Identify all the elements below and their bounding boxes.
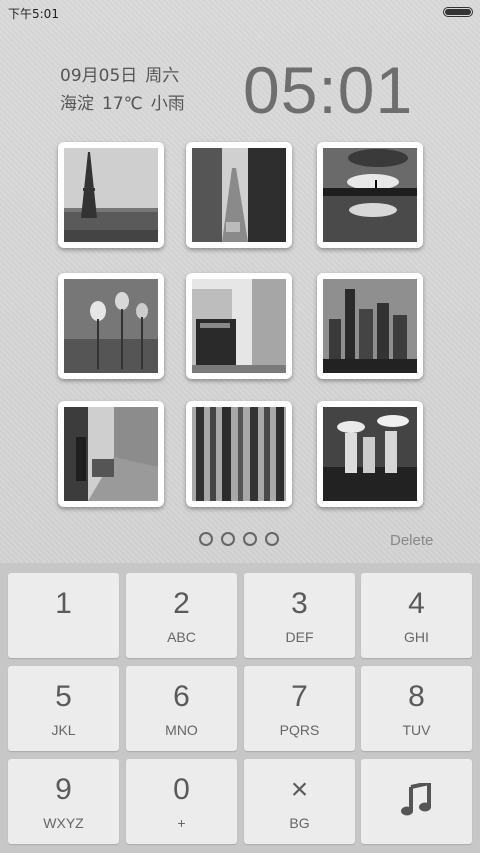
key-9[interactable]: 9 WXYZ (8, 759, 119, 844)
key-digit: 3 (291, 587, 308, 620)
key-digit: 9 (55, 773, 72, 806)
key-letters: GHI (404, 629, 429, 645)
key-digit: 0 (173, 773, 190, 806)
key-letters: + (177, 815, 186, 831)
weather-row: 海淀 17℃ 小雨 (60, 90, 193, 118)
photo-umbrellas[interactable] (317, 401, 423, 507)
key-letters: BG (289, 815, 310, 831)
page-dot (243, 532, 257, 546)
music-note-icon (401, 783, 431, 816)
key-digit: × (290, 773, 309, 806)
weather-text: 小雨 (150, 94, 185, 114)
key-letters: DEF (285, 629, 314, 645)
key-1[interactable]: 1 (8, 573, 119, 658)
key-3[interactable]: 3 DEF (244, 573, 355, 658)
key-letters: JKL (51, 722, 76, 738)
page-dot (221, 532, 235, 546)
keypad: 1 2 ABC 3 DEF 4 GHI 5 JKL 6 MNO 7 PQRS 8… (0, 563, 480, 853)
battery-icon (443, 7, 473, 17)
photo-pub-building[interactable] (186, 273, 292, 379)
date-weather-panel: 09月05日 周六 海淀 17℃ 小雨 (60, 62, 193, 118)
photo-city-skyline[interactable] (317, 273, 423, 379)
status-time: 下午5:01 (8, 7, 59, 21)
page-dot (199, 532, 213, 546)
key-2[interactable]: 2 ABC (126, 573, 237, 658)
key-letters: WXYZ (43, 815, 84, 831)
key-letters: ABC (167, 629, 196, 645)
date-row: 09月05日 周六 (60, 62, 193, 90)
key-music[interactable] (361, 759, 472, 844)
key-8[interactable]: 8 TUV (361, 666, 472, 751)
key-letters: PQRS (279, 722, 320, 738)
key-0[interactable]: 0 + (126, 759, 237, 844)
key-7[interactable]: 7 PQRS (244, 666, 355, 751)
page-dot (265, 532, 279, 546)
key-4[interactable]: 4 GHI (361, 573, 472, 658)
location-text: 海淀 (60, 94, 94, 114)
photo-sunset-reflection[interactable] (317, 142, 423, 248)
key-letters: TUV (402, 722, 431, 738)
delete-button[interactable]: Delete (390, 532, 433, 549)
key-digit: 2 (173, 587, 190, 620)
key-digit: 7 (291, 680, 308, 713)
photo-dandelions[interactable] (58, 273, 164, 379)
key-digit: 1 (55, 587, 72, 620)
clock: 05:01 (243, 53, 414, 127)
photo-eiffel-tower[interactable] (58, 142, 164, 248)
photo-forest[interactable] (186, 401, 292, 507)
key-5[interactable]: 5 JKL (8, 666, 119, 751)
temperature-text: 17℃ (102, 94, 143, 114)
key-digit: 5 (55, 680, 72, 713)
key-digit: 4 (408, 587, 425, 620)
weekday-text: 周六 (145, 66, 180, 86)
key-letters: MNO (165, 722, 198, 738)
photo-city-street[interactable] (186, 142, 292, 248)
key-6[interactable]: 6 MNO (126, 666, 237, 751)
date-text: 09月05日 (60, 66, 138, 86)
key-digit: 8 (408, 680, 425, 713)
key-background[interactable]: × BG (244, 759, 355, 844)
photo-street-cars[interactable] (58, 401, 164, 507)
key-digit: 6 (173, 680, 190, 713)
